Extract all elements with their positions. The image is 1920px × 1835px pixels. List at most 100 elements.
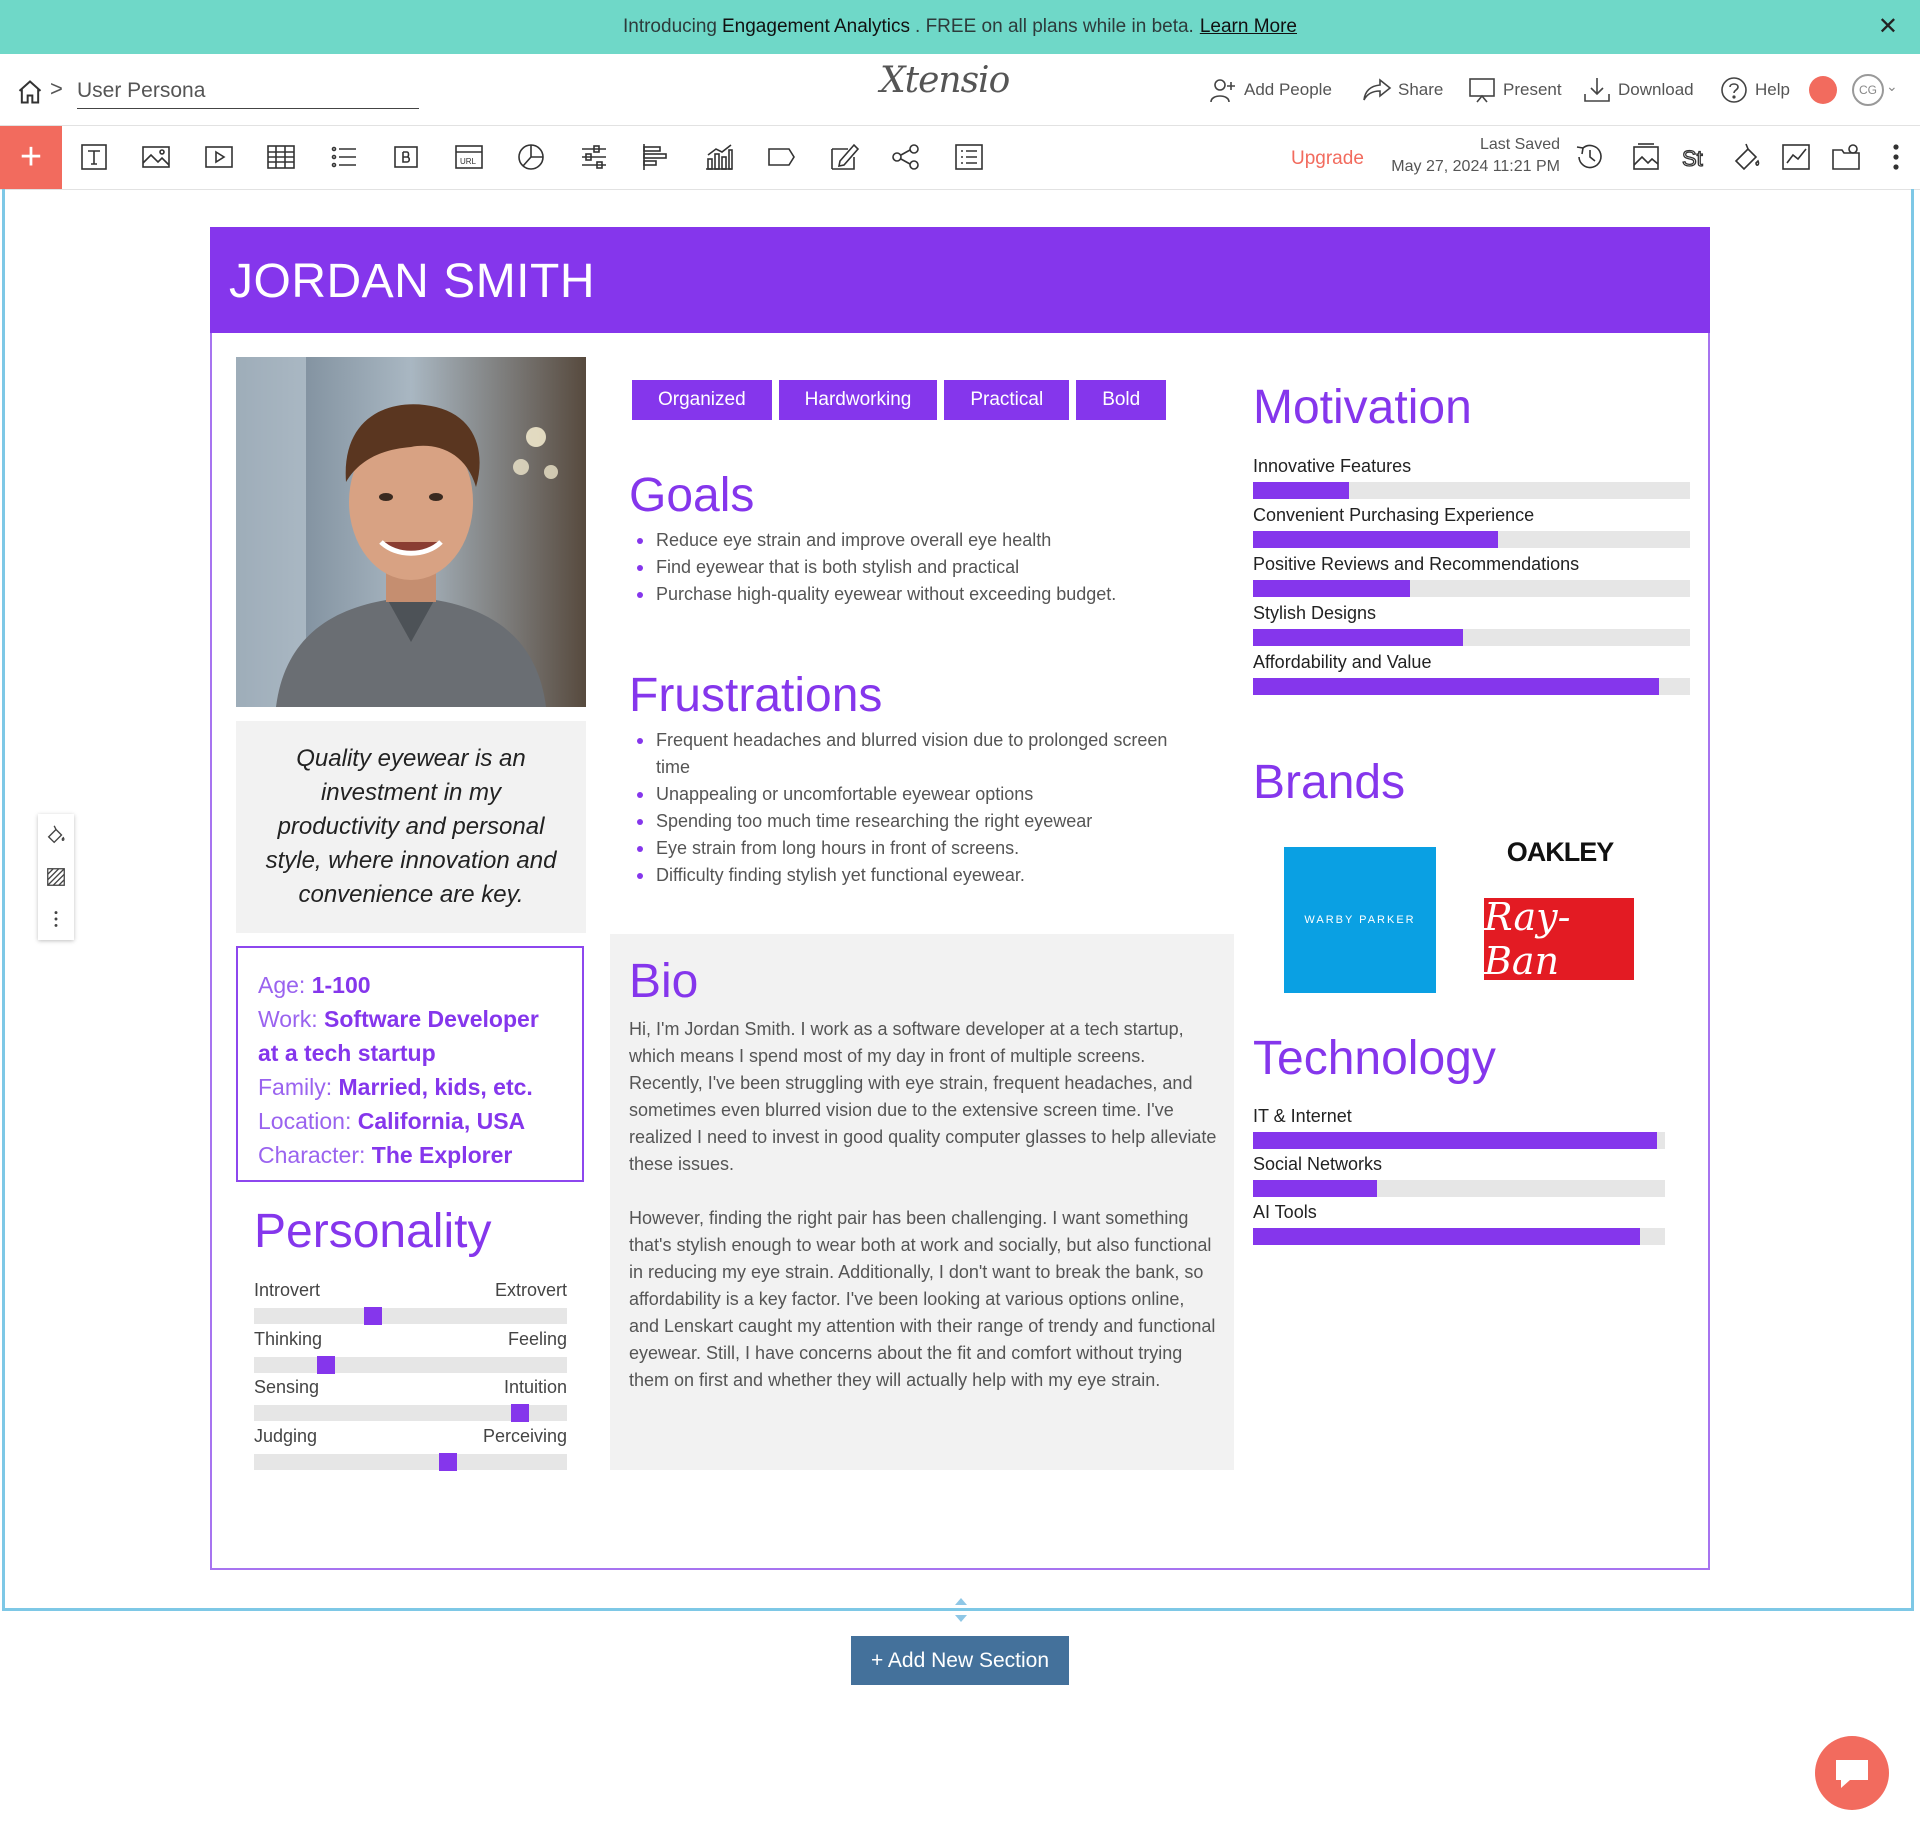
scale-left-label: Sensing	[254, 1377, 320, 1397]
url-icon[interactable]: URL	[451, 139, 487, 175]
bar-label: Convenient Purchasing Experience	[1253, 505, 1535, 525]
help-button[interactable]: Help	[1719, 76, 1790, 104]
bar-label: IT & Internet	[1253, 1106, 1352, 1126]
paint-bucket-icon[interactable]	[38, 814, 74, 856]
share-button[interactable]: Share	[1362, 76, 1443, 104]
oakley-logo[interactable]: OAKLEY	[1480, 830, 1640, 874]
persona-photo[interactable]	[236, 357, 586, 707]
trait-tag[interactable]: Practical	[944, 380, 1070, 420]
frustrations-heading[interactable]: Frustrations	[629, 668, 882, 723]
warby-parker-logo[interactable]: WARBY PARKER	[1284, 847, 1436, 993]
bar-label: Affordability and Value	[1253, 652, 1432, 672]
bar-chart-horizontal-icon[interactable]	[638, 139, 674, 175]
technology-heading[interactable]: Technology	[1253, 1031, 1496, 1086]
persona-name[interactable]: JORDAN SMITH	[229, 254, 595, 309]
scale-thumb[interactable]	[511, 1404, 529, 1422]
present-button[interactable]: Present	[1467, 76, 1562, 104]
xtensio-logo[interactable]: Xtensio	[880, 60, 1010, 101]
add-new-section-button[interactable]: + Add New Section	[851, 1636, 1069, 1685]
bar-fill	[1253, 678, 1659, 695]
scale-thumb[interactable]	[317, 1356, 335, 1374]
personality-heading[interactable]: Personality	[254, 1204, 491, 1259]
list-icon[interactable]	[326, 139, 362, 175]
pattern-icon[interactable]	[38, 856, 74, 898]
bar-label: Innovative Features	[1253, 456, 1412, 476]
image-icon[interactable]	[138, 139, 174, 175]
slider-icon[interactable]	[576, 139, 612, 175]
user-avatar[interactable]: CG	[1852, 74, 1884, 106]
info-location: Location: California, USA	[258, 1108, 526, 1134]
text-block-icon[interactable]	[76, 139, 112, 175]
trait-tag[interactable]: Hardworking	[778, 380, 938, 420]
notification-bell-icon[interactable]	[1809, 76, 1837, 104]
motivation-heading[interactable]: Motivation	[1253, 380, 1472, 435]
bar-fill	[1253, 531, 1498, 548]
goals-heading[interactable]: Goals	[629, 468, 754, 523]
share-nodes-icon[interactable]	[888, 139, 924, 175]
more-icon[interactable]	[1878, 139, 1914, 175]
scale-track[interactable]	[254, 1454, 567, 1470]
list-item: Reduce eye strain and improve overall ey…	[637, 527, 1236, 554]
download-label: Download	[1618, 80, 1694, 99]
persona-quote[interactable]: Quality eyewear is an investment in my p…	[236, 721, 586, 933]
form-icon[interactable]	[826, 139, 862, 175]
resize-handle-icon[interactable]	[952, 1596, 970, 1624]
scale-right-label: Extrovert	[494, 1280, 567, 1300]
button-icon[interactable]	[388, 139, 424, 175]
bar-track	[1253, 678, 1690, 695]
settings-folder-icon[interactable]	[1828, 139, 1864, 175]
home-icon[interactable]	[16, 78, 44, 106]
banner-post-text: . FREE on all plans while in beta.	[915, 16, 1194, 37]
scale-thumb[interactable]	[439, 1453, 457, 1471]
scale-thumb[interactable]	[364, 1307, 382, 1325]
top-nav: > Xtensio Add People Share Present Downl…	[0, 54, 1920, 126]
learn-more-link[interactable]: Learn More	[1200, 16, 1297, 38]
list-item: Unappealing or uncomfortable eyewear opt…	[637, 781, 1201, 808]
trait-tag[interactable]: Organized	[632, 380, 772, 420]
list-box-icon[interactable]	[951, 139, 987, 175]
bar-chart-icon[interactable]	[701, 139, 737, 175]
last-saved-date: May 27, 2024 11:21 PM	[1391, 158, 1560, 175]
document-title-input[interactable]	[77, 74, 419, 109]
video-icon[interactable]	[201, 139, 237, 175]
bar-fill	[1253, 580, 1410, 597]
present-label: Present	[1503, 80, 1562, 99]
scale-left-label: Judging	[254, 1426, 318, 1446]
bar-track	[1253, 580, 1690, 597]
scale-right-label: Feeling	[507, 1329, 567, 1349]
add-block-button[interactable]: +	[0, 126, 62, 189]
list-item: Eye strain from long hours in front of s…	[637, 835, 1201, 862]
pie-chart-icon[interactable]	[513, 139, 549, 175]
persona-info-box[interactable]: Age: 1-100 Work: Software Developer at a…	[236, 946, 584, 1182]
background-image-icon[interactable]	[1628, 139, 1664, 175]
bar-fill	[1253, 629, 1463, 646]
bio-heading[interactable]: Bio	[629, 954, 698, 1009]
tag-icon[interactable]	[763, 139, 799, 175]
paint-icon[interactable]	[1728, 139, 1764, 175]
chevron-down-icon[interactable]: ⌄	[1886, 78, 1898, 95]
bar-fill	[1253, 1132, 1657, 1149]
trait-tag[interactable]: Bold	[1076, 380, 1167, 420]
chat-support-icon[interactable]	[1815, 1736, 1889, 1810]
brands-heading[interactable]: Brands	[1253, 755, 1405, 810]
scale-track[interactable]	[254, 1308, 567, 1324]
bio-text[interactable]: Hi, I'm Jordan Smith. I work as a softwa…	[629, 1016, 1217, 1421]
last-saved-status: Last Saved May 27, 2024 11:21 PM	[1390, 134, 1560, 178]
scale-track[interactable]	[254, 1357, 567, 1373]
history-icon[interactable]	[1572, 139, 1608, 175]
list-item: Frequent headaches and blurred vision du…	[637, 727, 1201, 781]
frustrations-list[interactable]: Frequent headaches and blurred vision du…	[629, 727, 1201, 889]
goals-list[interactable]: Reduce eye strain and improve overall ey…	[629, 527, 1236, 608]
bar-track	[1253, 1228, 1665, 1245]
table-icon[interactable]	[263, 139, 299, 175]
more-vertical-icon[interactable]	[38, 898, 74, 940]
add-people-button[interactable]: Add People	[1208, 76, 1332, 104]
download-button[interactable]: Download	[1582, 76, 1694, 104]
analytics-icon[interactable]	[1778, 139, 1814, 175]
help-icon	[1721, 77, 1747, 103]
close-icon[interactable]: ✕	[1878, 12, 1898, 41]
upgrade-link[interactable]: Upgrade	[1291, 148, 1364, 170]
ray-ban-logo[interactable]: Ray-Ban	[1484, 895, 1634, 983]
style-icon[interactable]: St	[1678, 139, 1714, 175]
list-item: Difficulty finding stylish yet functiona…	[637, 862, 1201, 889]
